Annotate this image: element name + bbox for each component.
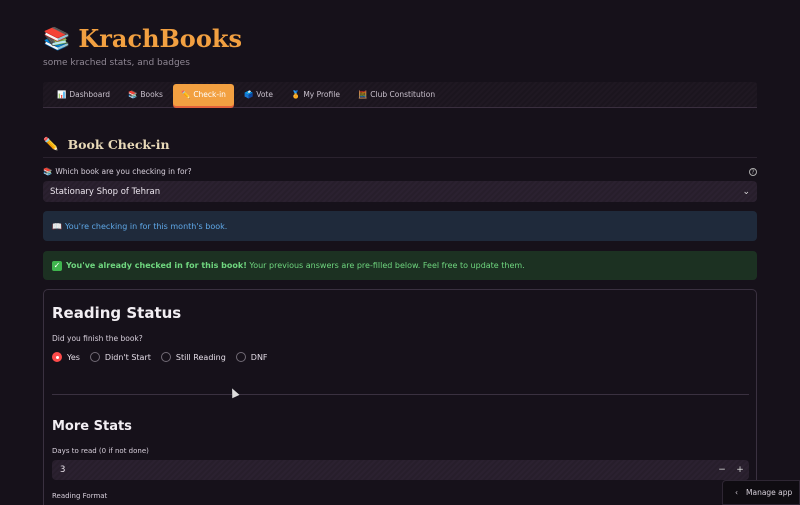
books-icon: 📚 [43,167,53,176]
manage-app-button[interactable]: ‹ Manage app [722,480,800,505]
tab-label: Dashboard [69,90,111,99]
section-title: ✏️ Book Check-in [43,136,170,152]
reading-status-heading: Reading Status [52,304,182,322]
book-select[interactable]: Stationary Shop of Tehran ⌄ [43,181,757,202]
radio-label: Didn't Start [104,352,151,362]
help-icon[interactable]: ? [749,168,757,176]
tab-label: Check-in [193,90,226,99]
tab-check-in[interactable]: ✏️ Check-in [172,83,234,106]
medal-icon: 🏅 [290,90,301,99]
reading-format-label: Reading Format [52,492,108,500]
info-alert-text: You're checking in for this month's book… [64,221,228,231]
form-divider [52,394,749,395]
tab-club-constitution[interactable]: 🧮 Club Constitution [350,86,443,103]
tab-label: Vote [256,90,273,99]
finish-question: Did you finish the book? [52,334,143,343]
app-title: 📚 KrachBooks [43,24,242,53]
days-to-read-label: Days to read (0 if not done) [52,447,149,455]
check-icon: ✓ [52,260,62,271]
pencil-icon: ✏️ [180,90,191,99]
info-alert: 📖 You're checking in for this month's bo… [43,211,757,241]
radio-dot [89,352,100,362]
pencil-icon: ✏️ [43,136,59,151]
decrement-button[interactable]: − [713,460,731,480]
radio-label: Yes [67,352,80,362]
days-to-read-input[interactable]: 3 − + [52,460,749,480]
more-stats-heading: More Stats [52,419,132,434]
chart-icon: 📊 [57,90,67,99]
success-alert: ✓ You've already checked in for this boo… [43,251,757,280]
success-alert-bold: You've already checked in for this book! [66,261,247,270]
tab-bar: 📊 Dashboard 📚 Books ✏️ Check-in 🗳️ Vote 🏅 My … [43,82,757,108]
section-title-text: Book Check-in [67,136,170,152]
radio-label: Still Reading [175,352,226,362]
book-select-label: 📚 Which book are you checking in for? [43,167,192,176]
increment-button[interactable]: + [731,460,749,480]
chevron-down-icon: ⌄ [742,186,750,197]
days-to-read-value: 3 [60,465,66,475]
tab-books[interactable]: 📚 Books [120,86,171,103]
chevron-left-icon: ‹ [735,488,738,497]
radio-dnf[interactable]: DNF [235,352,268,362]
radio-label: DNF [250,352,268,362]
books-icon: 📚 [128,90,138,99]
ballot-icon: 🗳️ [243,90,254,99]
tab-label: Club Constitution [370,90,436,99]
app-subtitle: some krached stats, and badges [43,58,190,68]
radio-didnt-start[interactable]: Didn't Start [89,352,151,362]
section-divider [43,157,757,158]
radio-dot [52,352,62,362]
radio-dot [160,352,171,362]
radio-dot [235,352,246,362]
check-in-form: Reading Status Did you finish the book? … [43,289,757,505]
books-logo-icon: 📚 [43,25,71,52]
book-select-value: Stationary Shop of Tehran [50,186,161,197]
radio-still-reading[interactable]: Still Reading [160,352,226,362]
tab-label: Books [140,90,163,99]
open-book-icon: 📖 [52,221,62,231]
book-select-label-text: Which book are you checking in for? [55,167,192,176]
manage-app-label: Manage app [746,488,793,497]
tab-vote[interactable]: 🗳️ Vote [236,86,281,103]
success-alert-rest: Your previous answers are pre-filled bel… [246,261,525,270]
reading-status-radio-group: Yes Didn't Start Still Reading DNF [52,352,268,362]
abacus-icon: 🧮 [357,90,368,99]
tab-label: My Profile [303,90,340,99]
radio-yes[interactable]: Yes [52,352,80,362]
tab-my-profile[interactable]: 🏅 My Profile [283,86,348,103]
app-title-text: KrachBooks [78,24,242,53]
tab-dashboard[interactable]: 📊 Dashboard [49,86,118,103]
success-alert-text: You've already checked in for this book!… [66,261,525,270]
